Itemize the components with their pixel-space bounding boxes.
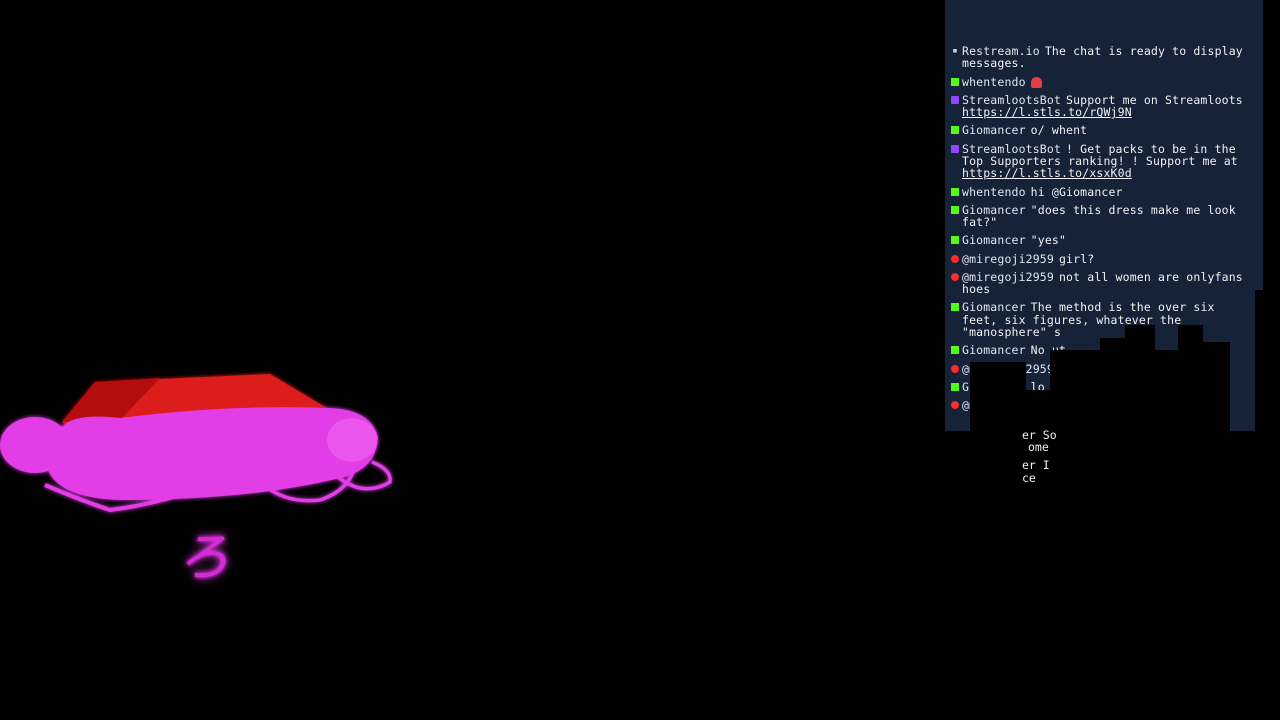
chat-message: ▪ Restream.io The chat is ready to display…	[951, 45, 1255, 70]
chat-message: @miregoji2959 not all women are onlyfans …	[951, 271, 1255, 296]
youtube-platform-icon	[951, 254, 959, 263]
chat-username: whentendo	[962, 184, 1026, 199]
kick-platform-icon	[951, 126, 959, 135]
chat-link[interactable]: https://l.stls.to/rQWj9N	[962, 105, 1132, 119]
chat-message: whentendo	[951, 74, 1255, 89]
chat-username: whentendo	[962, 74, 1026, 89]
kick-platform-icon	[951, 382, 959, 391]
chat-message-text: girl?	[1058, 251, 1095, 266]
twitch-platform-icon	[951, 95, 959, 104]
kick-platform-icon	[951, 303, 959, 312]
chat-username: Giomancer	[962, 233, 1026, 248]
twitch-platform-icon	[951, 144, 959, 153]
kick-platform-icon	[951, 236, 959, 245]
hat-trim-end	[327, 418, 377, 462]
chat-username: @miregoji2959	[962, 251, 1054, 266]
chat-message: StreamlootsBot! Get packs to be in the T…	[951, 142, 1255, 180]
red-emote-icon	[1030, 76, 1042, 88]
occlusion-block	[1255, 290, 1280, 440]
chat-spill-line: ce	[1022, 471, 1036, 485]
chat-message: Giomancer The method is the over six feet…	[951, 301, 1255, 338]
kick-platform-icon	[951, 77, 959, 86]
chat-message-text: "yes"	[1030, 233, 1067, 248]
chat-username: Giomancer	[962, 343, 1026, 358]
occlusion-block	[1050, 350, 1180, 435]
chat-message-text: o/ whent	[1030, 123, 1088, 138]
occlusion-block	[1125, 325, 1155, 345]
chat-message: StreamlootsBot Support me on Streamloots …	[951, 94, 1255, 119]
chat-message: Giomancer "yes"	[951, 233, 1255, 248]
occlusion-block	[970, 362, 1026, 512]
restream-platform-icon: ▪	[952, 46, 958, 56]
chat-message-text: hi @Giomancer	[1030, 184, 1123, 199]
youtube-platform-icon	[951, 364, 959, 373]
chat-message: @miregoji2959 girl?	[951, 251, 1255, 266]
kick-platform-icon	[951, 205, 959, 214]
kick-platform-icon	[951, 187, 959, 196]
chat-link[interactable]: https://l.stls.to/xsxK0d	[962, 166, 1132, 180]
youtube-platform-icon	[951, 401, 959, 410]
chat-spill-line: er I	[1022, 458, 1050, 472]
chat-message: Giomancer "does this dress make me look f…	[951, 204, 1255, 229]
chat-message: Giomancer o/ whent	[951, 123, 1255, 138]
chat-message: whentendo hi @Giomancer	[951, 184, 1255, 199]
occlusion-block	[1178, 342, 1230, 442]
hat-trim	[48, 407, 378, 500]
youtube-platform-icon	[951, 272, 959, 281]
chat-spill-line: ome	[1028, 440, 1049, 454]
chat-username: Giomancer	[962, 123, 1026, 138]
stream-scene: ろ ▪ Restream.io The chat is ready to displ…	[0, 0, 1280, 720]
kick-platform-icon	[951, 346, 959, 355]
